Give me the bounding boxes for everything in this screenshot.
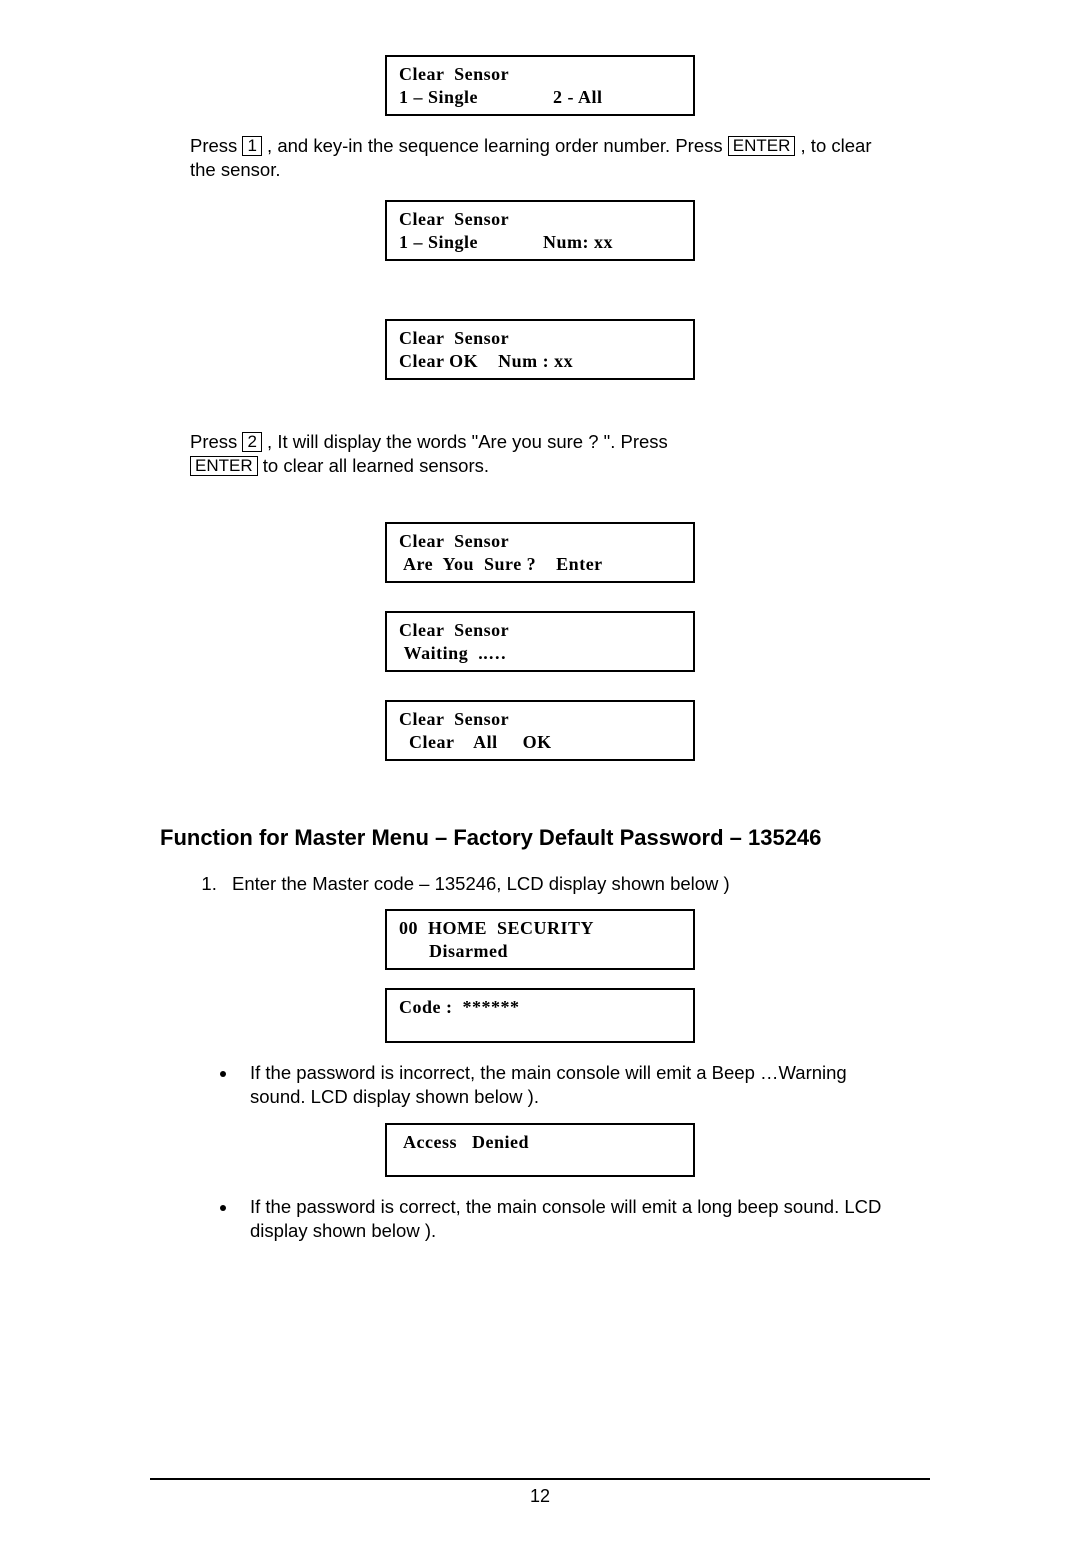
lcd-box-single-num: Clear Sensor 1 – Single Num: xx — [385, 200, 695, 261]
lcd-line: Clear Sensor — [399, 327, 681, 350]
ordered-list: Enter the Master code – 135246, LCD disp… — [196, 873, 890, 895]
page-number: 12 — [530, 1486, 550, 1506]
lcd-line: Clear Sensor — [399, 208, 681, 231]
keycap-1: 1 — [242, 136, 261, 156]
section-heading: Function for Master Menu – Factory Defau… — [160, 825, 890, 851]
lcd-line: Clear OK Num : xx — [399, 350, 681, 373]
bullet-list: If the password is incorrect, the main c… — [212, 1061, 890, 1109]
lcd-box-home-security: 00 HOME SECURITY Disarmed — [385, 909, 695, 970]
list-item: If the password is incorrect, the main c… — [238, 1061, 890, 1109]
page-footer: 12 — [150, 1478, 930, 1507]
lcd-line: Waiting ..… — [399, 642, 681, 665]
lcd-box-clear-all-ok: Clear Sensor Clear All OK — [385, 700, 695, 761]
keycap-2: 2 — [242, 432, 261, 452]
paragraph: Press 2 , It will display the words "Are… — [190, 430, 890, 478]
lcd-box-code-entry: Code : ****** — [385, 988, 695, 1043]
lcd-line: 00 HOME SECURITY — [399, 917, 681, 940]
lcd-line: Clear Sensor — [399, 708, 681, 731]
lcd-line: Code : ****** — [399, 996, 681, 1019]
lcd-line: Clear Sensor — [399, 619, 681, 642]
keycap-enter: ENTER — [190, 456, 258, 476]
lcd-line: Clear Sensor — [399, 63, 681, 86]
text: , and key-in the sequence learning order… — [262, 135, 728, 156]
text: to clear all learned sensors. — [258, 455, 489, 476]
bullet-list: If the password is correct, the main con… — [212, 1195, 890, 1243]
lcd-box-clear-ok: Clear Sensor Clear OK Num : xx — [385, 319, 695, 380]
lcd-box-access-denied: Access Denied — [385, 1123, 695, 1178]
text: , It will display the words "Are you sur… — [262, 431, 668, 452]
list-item: If the password is correct, the main con… — [238, 1195, 890, 1243]
lcd-line: 1 – Single Num: xx — [399, 231, 681, 254]
lcd-box-are-you-sure: Clear Sensor Are You Sure ? Enter — [385, 522, 695, 583]
text: Press — [190, 135, 242, 156]
lcd-line: Disarmed — [399, 940, 681, 963]
lcd-box-waiting: Clear Sensor Waiting ..… — [385, 611, 695, 672]
text: Press — [190, 431, 242, 452]
paragraph: Press 1 , and key-in the sequence learni… — [190, 134, 890, 182]
lcd-line: Clear All OK — [399, 731, 681, 754]
lcd-line: 1 – Single 2 - All — [399, 86, 681, 109]
lcd-line: Access Denied — [399, 1131, 681, 1154]
lcd-line: Are You Sure ? Enter — [399, 553, 681, 576]
lcd-box-clear-sensor-menu: Clear Sensor 1 – Single 2 - All — [385, 55, 695, 116]
list-item: Enter the Master code – 135246, LCD disp… — [222, 873, 890, 895]
keycap-enter: ENTER — [728, 136, 796, 156]
document-page: Clear Sensor 1 – Single 2 - All Press 1 … — [0, 0, 1080, 1562]
lcd-line: Clear Sensor — [399, 530, 681, 553]
